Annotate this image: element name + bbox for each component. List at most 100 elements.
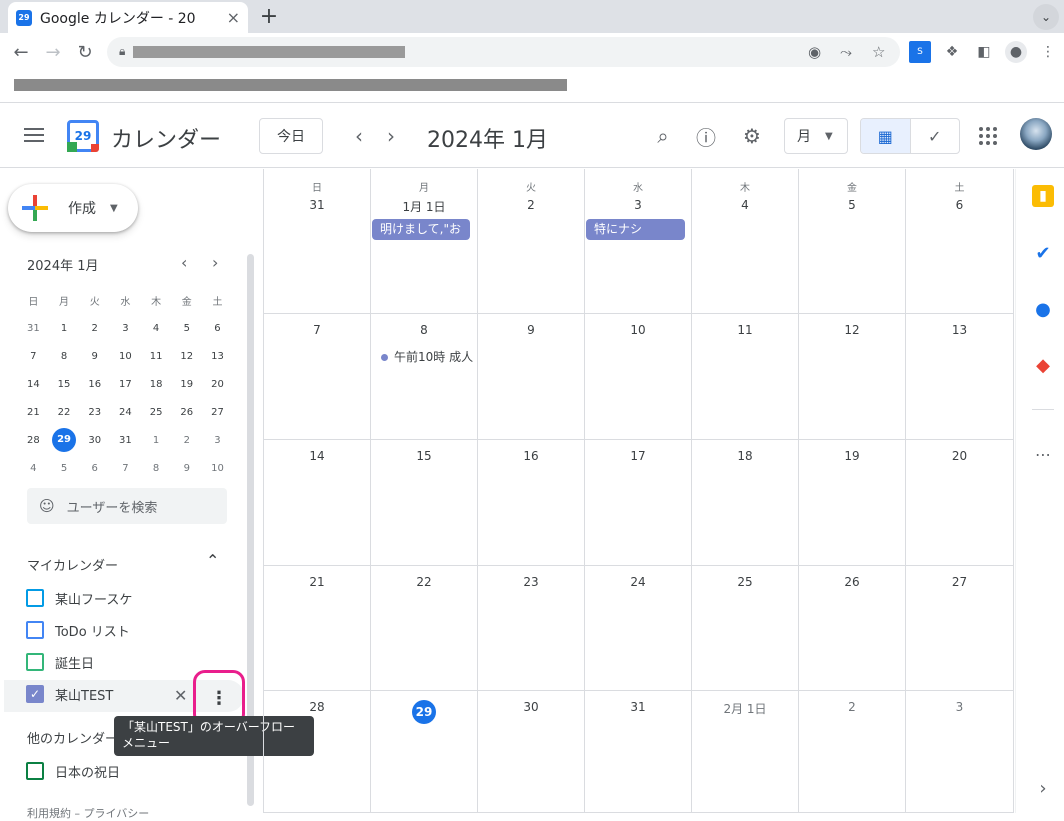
contacts-icon[interactable]: ● — [1032, 298, 1054, 320]
mini-day[interactable]: 24 — [110, 407, 141, 418]
day-number[interactable]: 4 — [692, 198, 798, 212]
day-cell[interactable]: 31 — [585, 691, 692, 813]
calendar-checkbox[interactable] — [26, 653, 44, 671]
calendar-item[interactable]: ✓ 某山TEST — [26, 683, 113, 705]
day-number[interactable]: 29 — [371, 700, 477, 724]
collapse-chevron-icon[interactable]: ⌃ — [206, 551, 219, 570]
mini-day[interactable]: 10 — [110, 351, 141, 362]
calendar-checkbox[interactable] — [26, 762, 44, 780]
day-number[interactable]: 20 — [906, 449, 1013, 463]
day-number[interactable]: 26 — [799, 575, 905, 589]
remove-calendar-icon[interactable]: ✕ — [174, 686, 187, 705]
day-cell[interactable]: 2 — [799, 691, 906, 813]
day-cell[interactable]: 28 — [264, 691, 371, 813]
mini-day[interactable]: 19 — [171, 379, 202, 390]
mini-day[interactable]: 21 — [18, 407, 49, 418]
mini-day[interactable]: 22 — [49, 407, 80, 418]
mini-day[interactable]: 13 — [202, 351, 233, 362]
share-icon[interactable]: ⤳ — [840, 43, 852, 61]
tasks-check-icon[interactable]: ✓ — [911, 119, 960, 153]
account-avatar[interactable] — [1020, 118, 1052, 150]
day-cell[interactable]: 2月 1日 — [692, 691, 799, 813]
day-number[interactable]: 1月 1日 — [371, 198, 477, 215]
event-chip[interactable]: 明けまして,"お — [372, 219, 470, 240]
mini-day[interactable]: 23 — [79, 407, 110, 418]
search-icon[interactable]: ⌕ — [649, 122, 677, 150]
day-number[interactable]: 19 — [799, 449, 905, 463]
calendar-item[interactable]: 誕生日 — [26, 651, 94, 673]
day-number[interactable]: 6 — [906, 198, 1013, 212]
mini-day[interactable]: 8 — [141, 463, 172, 474]
back-icon[interactable]: ← — [9, 40, 33, 64]
new-tab-button[interactable]: + — [256, 3, 282, 29]
mini-day[interactable]: 8 — [49, 351, 80, 362]
mini-day[interactable]: 16 — [79, 379, 110, 390]
day-cell[interactable]: 水3 — [585, 169, 692, 314]
day-cell[interactable]: 15 — [371, 440, 478, 566]
mini-day[interactable]: 17 — [110, 379, 141, 390]
day-number[interactable]: 2 — [799, 700, 905, 714]
day-number[interactable]: 2 — [478, 198, 584, 212]
day-cell[interactable]: 10 — [585, 314, 692, 440]
mini-day[interactable]: 6 — [202, 323, 233, 334]
day-number[interactable]: 12 — [799, 323, 905, 337]
day-cell[interactable]: 土6 — [906, 169, 1014, 314]
mini-day[interactable]: 15 — [49, 379, 80, 390]
mini-day[interactable]: 5 — [171, 323, 202, 334]
day-cell[interactable]: 14 — [264, 440, 371, 566]
day-number[interactable]: 11 — [692, 323, 798, 337]
day-cell[interactable]: 火2 — [478, 169, 585, 314]
main-menu-icon[interactable] — [22, 124, 46, 148]
calendar-item[interactable]: ToDo リスト — [26, 619, 130, 641]
mini-day[interactable]: 2 — [79, 323, 110, 334]
calendar-checkbox[interactable]: ✓ — [26, 685, 44, 703]
day-cell[interactable]: 金5 — [799, 169, 906, 314]
day-number[interactable]: 10 — [585, 323, 691, 337]
day-number[interactable]: 17 — [585, 449, 691, 463]
maps-pin-icon[interactable]: ◆ — [1032, 354, 1054, 376]
day-cell[interactable]: 19 — [799, 440, 906, 566]
help-icon[interactable]: ⓘ — [692, 122, 720, 150]
day-number[interactable]: 3 — [906, 700, 1013, 714]
day-number[interactable]: 18 — [692, 449, 798, 463]
day-cell[interactable]: 16 — [478, 440, 585, 566]
day-number[interactable]: 9 — [478, 323, 584, 337]
side-panel-icon[interactable]: ◧ — [973, 41, 995, 63]
day-cell[interactable]: 22 — [371, 566, 478, 691]
mini-day[interactable]: 9 — [79, 351, 110, 362]
reload-icon[interactable]: ↻ — [73, 40, 97, 64]
day-cell[interactable]: 木4 — [692, 169, 799, 314]
day-number[interactable]: 3 — [585, 198, 691, 212]
mini-day[interactable]: 31 — [18, 323, 49, 334]
day-cell[interactable]: 18 — [692, 440, 799, 566]
more-addons-icon[interactable]: ⋯ — [1032, 443, 1054, 465]
mini-day[interactable]: 7 — [110, 463, 141, 474]
mini-day[interactable]: 10 — [202, 463, 233, 474]
day-cell[interactable]: 日 31 — [264, 169, 371, 314]
day-cell[interactable]: 17 — [585, 440, 692, 566]
day-cell[interactable]: 月 1月 1日 — [371, 169, 478, 314]
extension-new-icon[interactable]: S — [909, 41, 931, 63]
create-button[interactable]: 作成 ▼ — [8, 184, 138, 232]
bookmark-star-icon[interactable]: ☆ — [872, 43, 885, 61]
tab-search-chevron-icon[interactable]: ⌄ — [1033, 4, 1059, 30]
calendar-checkbox[interactable] — [26, 621, 44, 639]
mini-day[interactable]: 11 — [141, 351, 172, 362]
day-cell[interactable]: 7 — [264, 314, 371, 440]
mini-day[interactable]: 27 — [202, 407, 233, 418]
day-number[interactable]: 31 — [264, 198, 370, 212]
timed-event[interactable]: 午前10時 成人 — [381, 348, 476, 365]
forward-icon[interactable]: → — [41, 40, 65, 64]
day-cell[interactable]: 20 — [906, 440, 1014, 566]
day-cell[interactable]: 24 — [585, 566, 692, 691]
calendar-checkbox[interactable] — [26, 589, 44, 607]
mini-day[interactable]: 6 — [79, 463, 110, 474]
extensions-puzzle-icon[interactable]: ❖ — [941, 41, 963, 63]
today-button[interactable]: 今日 — [259, 118, 323, 154]
day-number[interactable]: 16 — [478, 449, 584, 463]
view-selector[interactable]: 月 ▼ — [784, 118, 848, 154]
day-number[interactable]: 2月 1日 — [692, 700, 798, 717]
mini-day[interactable]: 25 — [141, 407, 172, 418]
settings-gear-icon[interactable]: ⚙ — [738, 122, 766, 150]
day-number[interactable]: 27 — [906, 575, 1013, 589]
